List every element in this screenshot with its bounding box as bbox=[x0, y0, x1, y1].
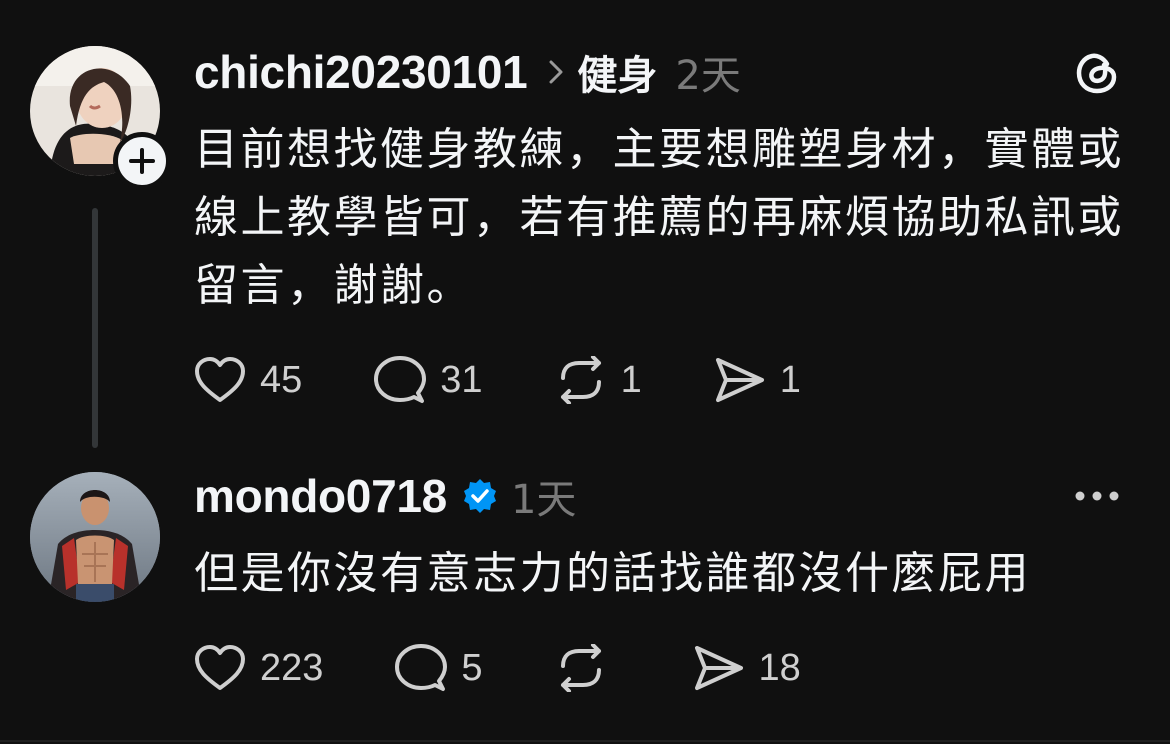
post-time: 2天 bbox=[675, 53, 741, 99]
send-icon bbox=[694, 646, 743, 690]
post-header: chichi20230101 健身 2天 bbox=[194, 42, 741, 102]
post-text: 但是你沒有意志力的話找誰都沒什麼屁用 bbox=[194, 548, 1031, 599]
threads-logo-icon[interactable] bbox=[1074, 50, 1120, 96]
more-options-icon[interactable] bbox=[1074, 490, 1120, 502]
like-button[interactable]: 45 bbox=[194, 356, 302, 404]
thread-post: chichi20230101 健身 2天 目前想找健身教練，主要想雕塑身材，實體… bbox=[0, 0, 1170, 468]
follow-button[interactable] bbox=[113, 132, 171, 190]
send-icon bbox=[715, 358, 764, 402]
comment-icon bbox=[374, 356, 427, 403]
like-count: 45 bbox=[260, 358, 303, 401]
heart-icon bbox=[195, 357, 245, 402]
action-bar: 223 5 18 bbox=[194, 640, 801, 696]
share-button[interactable]: 18 bbox=[693, 644, 801, 692]
repost-icon bbox=[560, 356, 601, 404]
repost-icon bbox=[560, 644, 601, 692]
post-time: 1天 bbox=[510, 477, 577, 523]
like-button[interactable]: 223 bbox=[194, 644, 323, 692]
reply-count: 5 bbox=[461, 646, 483, 689]
thread-connector-line bbox=[92, 208, 98, 448]
chevron-right-icon bbox=[549, 60, 563, 84]
divider bbox=[0, 740, 1170, 742]
avatar[interactable] bbox=[30, 472, 160, 602]
post-header: mondo0718 1天 bbox=[194, 466, 576, 526]
repost-count: 1 bbox=[620, 358, 642, 401]
topic-tag[interactable]: 健身 bbox=[577, 43, 657, 101]
reply-button[interactable]: 5 bbox=[395, 643, 483, 693]
action-bar: 45 31 1 1 bbox=[194, 352, 801, 408]
repost-button[interactable] bbox=[555, 644, 621, 692]
heart-icon bbox=[195, 645, 245, 690]
repost-button[interactable]: 1 bbox=[555, 356, 642, 404]
reply-button[interactable]: 31 bbox=[374, 355, 483, 405]
verified-badge-icon bbox=[461, 477, 499, 515]
plus-icon bbox=[129, 148, 155, 174]
comment-icon bbox=[395, 644, 448, 691]
reply-count: 31 bbox=[440, 358, 483, 401]
post-text: 目前想找健身教練，主要想雕塑身材，實體或線上教學皆可，若有推薦的再麻煩協助私訊或… bbox=[194, 124, 1124, 311]
share-count: 18 bbox=[758, 646, 801, 689]
username[interactable]: mondo0718 bbox=[194, 469, 447, 523]
share-count: 1 bbox=[779, 358, 801, 401]
share-button[interactable]: 1 bbox=[714, 356, 801, 404]
like-count: 223 bbox=[260, 646, 324, 689]
username[interactable]: chichi20230101 bbox=[194, 45, 528, 99]
